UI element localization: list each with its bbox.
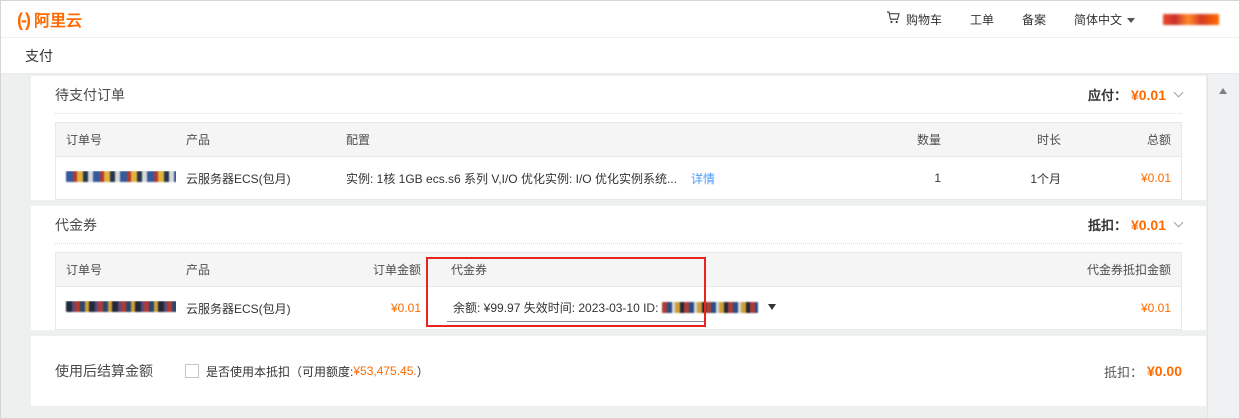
content-area: 待支付订单 应付： ¥0.01 订单号 产品 配置 数量 时长 总额 云服务器E… <box>1 74 1239 418</box>
page-title: 支付 <box>25 47 53 64</box>
nav-language-label: 简体中文 <box>1073 12 1122 27</box>
col-header-order-no: 订单号 <box>66 133 103 147</box>
pending-orders-card: 待支付订单 应付： ¥0.01 订单号 产品 配置 数量 时长 总额 云服务器E… <box>31 76 1206 200</box>
nav-beian[interactable]: 备案 <box>1022 11 1046 28</box>
product-cell: 云服务器ECS(包月) <box>186 301 291 316</box>
pending-orders-table: 订单号 产品 配置 数量 时长 总额 云服务器ECS(包月) 实例: 1核 1G… <box>55 122 1182 200</box>
nav-account[interactable] <box>1163 13 1219 25</box>
pending-orders-title: 待支付订单 <box>55 86 125 103</box>
col-header-duration: 时长 <box>1036 133 1061 147</box>
col-header-total: 总额 <box>1146 133 1171 147</box>
col-header-config: 配置 <box>346 133 371 147</box>
nav-ticket-label: 工单 <box>969 12 994 27</box>
voucher-card: 代金券 抵扣： ¥0.01 订单号 产品 订单金额 代金券 代金券抵扣金额 云服… <box>31 206 1206 330</box>
product-cell: 云服务器ECS(包月) <box>186 171 291 186</box>
payable-label: 应付： <box>1087 88 1127 103</box>
voucher-option-text: 余额: ¥99.97 失效时间: 2023-03-10 ID: <box>453 300 659 315</box>
top-bar: (-) 阿里云 购物车 工单 备案 简体中文 <box>1 1 1239 38</box>
page-title-bar: 支付 <box>1 38 1239 74</box>
settlement-deduct-label: 抵扣： <box>1103 364 1143 380</box>
censored-voucher-id <box>662 301 759 313</box>
nav-language-select[interactable]: 简体中文 <box>1074 11 1135 28</box>
voucher-table-row: 云服务器ECS(包月) ¥0.01 余额: ¥99.97 失效时间: 2023-… <box>56 287 1181 329</box>
voucher-deduct-line[interactable]: 抵扣： ¥0.01 <box>1087 215 1184 234</box>
quantity-cell: 1 <box>934 171 941 185</box>
col-header-product: 产品 <box>186 133 211 147</box>
voucher-deduct-label: 抵扣： <box>1087 218 1127 233</box>
vertical-scrollbar[interactable] <box>1207 74 1238 418</box>
order-number-cell <box>56 171 176 185</box>
voucher-selected-option: 余额: ¥99.97 失效时间: 2023-03-10 ID: <box>453 299 759 316</box>
pending-table-header-row: 订单号 产品 配置 数量 时长 总额 <box>56 123 1181 157</box>
aliyun-logo[interactable]: (-) 阿里云 <box>17 7 82 31</box>
voucher-table: 订单号 产品 订单金额 代金券 代金券抵扣金额 云服务器ECS(包月) ¥0.0… <box>55 252 1182 330</box>
col-header-order-no: 订单号 <box>66 263 103 277</box>
use-deduction-checkbox[interactable] <box>185 364 199 378</box>
payable-amount: ¥0.01 <box>1130 86 1166 103</box>
settlement-card: 使用后结算金额 是否使用本抵扣（可用额度: ¥53,475.45. ） 抵扣： … <box>31 336 1206 406</box>
settlement-deduct-line: 抵扣： ¥0.00 <box>1104 362 1182 381</box>
chevron-collapse-icon[interactable] <box>1173 87 1184 98</box>
voucher-header: 代金券 抵扣： ¥0.01 <box>55 206 1184 244</box>
aliyun-logo-bracket-icon: (-) <box>17 10 31 30</box>
checkbox-label-text: 是否使用本抵扣（可用额度: <box>206 364 354 379</box>
censored-account-name <box>1163 13 1219 25</box>
voucher-deduct-cell: ¥0.01 <box>1140 301 1171 315</box>
config-cell: 实例: 1核 1GB ecs.s6 系列 V,I/O 优化实例: I/O 优化实… <box>336 170 851 187</box>
voucher-table-header-row: 订单号 产品 订单金额 代金券 代金券抵扣金额 <box>56 253 1181 287</box>
order-amount-cell: ¥0.01 <box>390 301 421 315</box>
voucher-select-dropdown[interactable]: 余额: ¥99.97 失效时间: 2023-03-10 ID: <box>447 295 777 322</box>
available-credit-amount: ¥53,475.45. <box>353 364 417 378</box>
detail-link[interactable]: 详情 <box>691 170 715 187</box>
pending-orders-header: 待支付订单 应付： ¥0.01 <box>55 76 1184 114</box>
col-header-voucher: 代金券 <box>451 263 488 277</box>
nav-beian-label: 备案 <box>1021 12 1046 27</box>
settlement-deduct-amount: ¥0.00 <box>1146 363 1182 379</box>
payment-page: (-) 阿里云 购物车 工单 备案 简体中文 支付 待支付订单 应付： ¥0.0… <box>0 0 1240 419</box>
caret-down-icon <box>1127 17 1135 23</box>
checkbox-label-suffix: ） <box>416 364 429 379</box>
nav-ticket[interactable]: 工单 <box>970 11 994 28</box>
censored-order-number <box>66 301 176 312</box>
aliyun-logo-text: 阿里云 <box>33 13 82 30</box>
voucher-title: 代金券 <box>55 216 97 233</box>
nav-cart-label: 购物车 <box>905 12 942 27</box>
censored-order-number <box>66 171 176 182</box>
col-header-order-amount: 订单金额 <box>372 263 421 277</box>
col-header-quantity: 数量 <box>916 133 941 147</box>
payable-amount-line[interactable]: 应付： ¥0.01 <box>1087 85 1184 104</box>
chevron-collapse-icon[interactable] <box>1173 217 1184 228</box>
voucher-deduct-amount: ¥0.01 <box>1130 216 1166 233</box>
scroll-up-arrow-icon[interactable] <box>1219 88 1227 94</box>
settlement-left: 使用后结算金额 是否使用本抵扣（可用额度: ¥53,475.45. ） <box>55 361 429 381</box>
col-header-voucher-deduct: 代金券抵扣金额 <box>1086 263 1171 277</box>
voucher-cell: 余额: ¥99.97 失效时间: 2023-03-10 ID: <box>431 295 1011 322</box>
col-header-product: 产品 <box>186 263 211 277</box>
settlement-title: 使用后结算金额 <box>55 363 153 379</box>
pending-table-row: 云服务器ECS(包月) 实例: 1核 1GB ecs.s6 系列 V,I/O 优… <box>56 157 1181 199</box>
total-amount-cell: ¥0.01 <box>1140 171 1171 185</box>
cart-icon <box>886 10 901 28</box>
nav-cart[interactable]: 购物车 <box>886 10 942 28</box>
duration-cell: 1个月 <box>1030 171 1061 186</box>
config-text: 实例: 1核 1GB ecs.s6 系列 V,I/O 优化实例: I/O 优化实… <box>346 171 677 186</box>
top-nav: 购物车 工单 备案 简体中文 <box>886 10 1219 28</box>
order-number-cell <box>56 301 176 315</box>
use-deduction-label: 是否使用本抵扣（可用额度: ¥53,475.45. ） <box>206 363 429 380</box>
dropdown-arrow-icon <box>768 304 777 310</box>
